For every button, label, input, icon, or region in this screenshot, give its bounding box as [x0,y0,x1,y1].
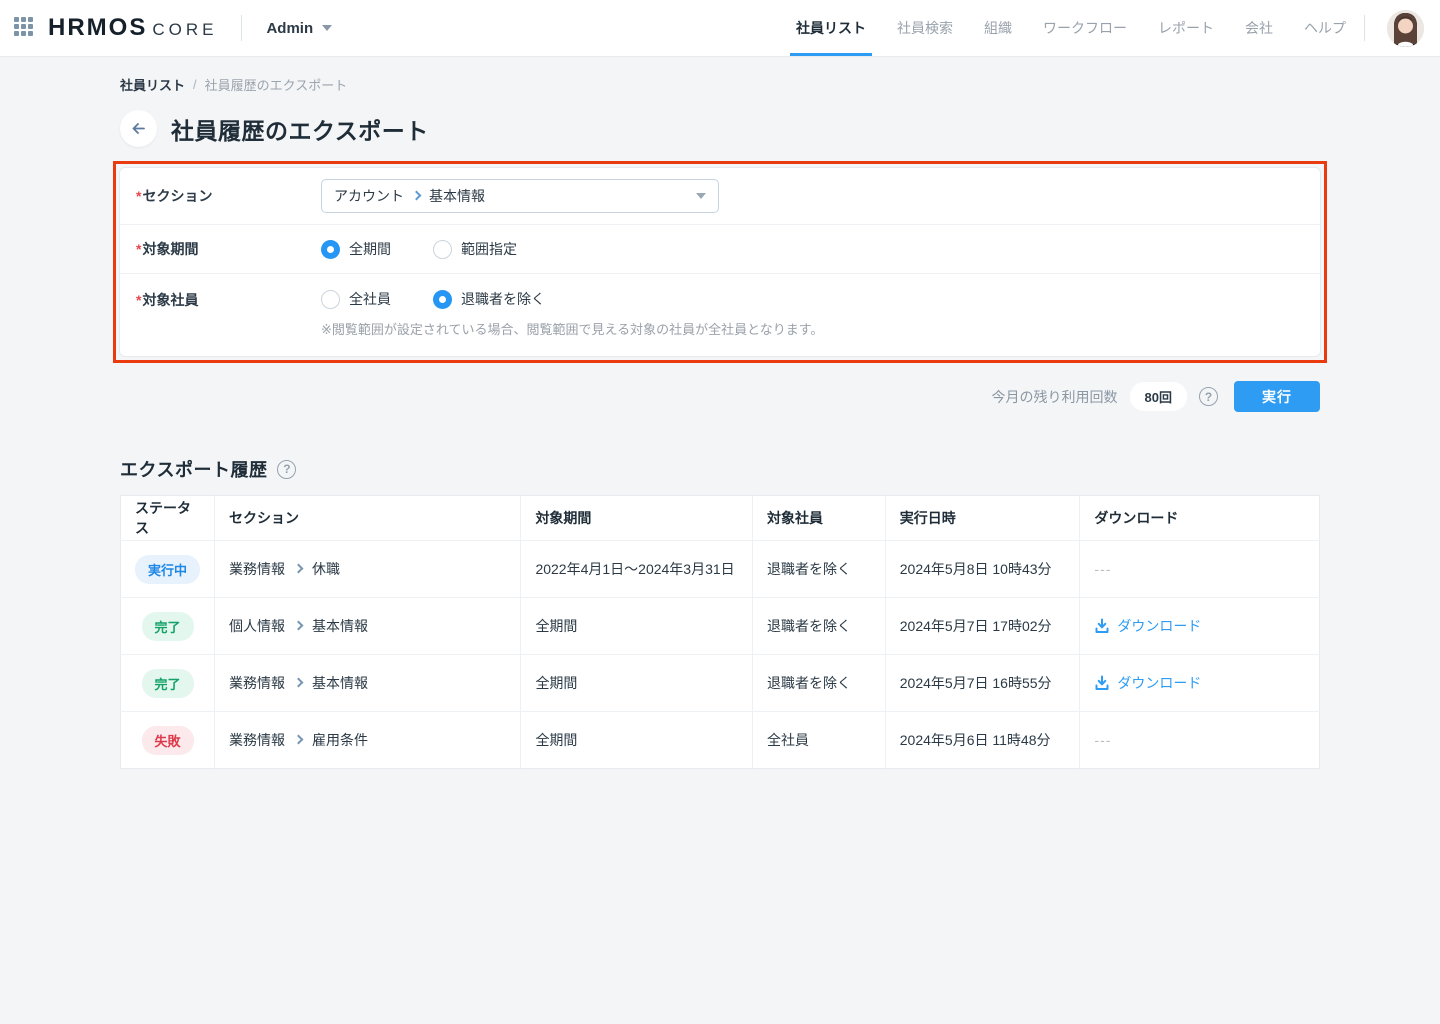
radio-option-range[interactable]: 範囲指定 [433,239,517,259]
period-radio-group: 全期間 範囲指定 [321,239,517,259]
status-badge: 完了 [142,669,194,698]
target-radio-group: 全社員 退職者を除く [321,289,823,309]
table-row: 実行中 業務情報 休職 2022年4月1日〜2024年3月31日 退職者を除く … [121,541,1320,598]
column-header-status: ステータス [121,496,215,541]
chevron-right-icon [294,621,304,631]
download-icon [1094,675,1110,691]
download-link[interactable]: ダウンロード [1094,673,1201,693]
main-navigation: 社員リスト 社員検索 組織 ワークフロー レポート 会社 ヘルプ [796,0,1346,56]
caret-down-icon [696,193,706,199]
download-icon [1094,618,1110,634]
section-select[interactable]: アカウント 基本情報 [321,179,719,213]
section-field-label: *セクション [136,168,321,224]
table-row: 完了 業務情報 基本情報 全期間 退職者を除く 2024年5月7日 16時55分 [121,655,1320,712]
quota-label: 今月の残り利用回数 [992,387,1118,407]
chevron-right-icon [412,191,422,201]
form-row-target: *対象社員 全社員 退職者を除く ※閲覧範囲が設定されている場合、閲覧範囲で見え [120,273,1320,356]
header-divider [241,15,242,41]
breadcrumb-parent-link[interactable]: 社員リスト [120,75,185,94]
column-header-target: 対象社員 [753,496,886,541]
history-title: エクスポート履歴 [120,456,267,482]
history-header: エクスポート履歴 [120,456,1320,482]
chevron-right-icon [294,564,304,574]
status-badge: 完了 [142,612,194,641]
nav-tab-company[interactable]: 会社 [1245,0,1273,56]
section-select-child-value: 基本情報 [429,186,485,206]
required-mark: * [136,292,141,308]
column-header-datetime: 実行日時 [885,496,1080,541]
nav-tab-organization[interactable]: 組織 [984,0,1012,56]
avatar[interactable] [1387,10,1424,47]
apps-grid-icon[interactable] [14,17,36,39]
radio-unselected-icon [433,240,452,259]
download-unavailable: --- [1094,561,1111,577]
table-row: 失敗 業務情報 雇用条件 全期間 全社員 2024年5月6日 11時48分 --… [121,712,1320,769]
status-badge: 実行中 [135,555,200,584]
title-row: 社員履歴のエクスポート [120,110,1320,147]
help-icon[interactable] [1199,387,1218,406]
chevron-right-icon [294,735,304,745]
required-mark: * [136,188,141,204]
target-field-label: *対象社員 [136,289,321,311]
radio-selected-icon [433,290,452,309]
breadcrumb-separator: / [193,77,197,92]
quota-row: 今月の残り利用回数 80回 実行 [120,381,1320,412]
form-row-section: *セクション アカウント 基本情報 [120,168,1320,224]
back-button[interactable] [120,110,157,147]
avatar-image [1387,10,1424,47]
export-form-card: *セクション アカウント 基本情報 *対象期間 全期間 [119,167,1321,357]
target-note: ※閲覧範囲が設定されている場合、閲覧範囲で見える対象の社員が全社員となります。 [321,319,823,338]
breadcrumb: 社員リスト / 社員履歴のエクスポート [120,75,1320,94]
download-unavailable: --- [1094,732,1111,748]
nav-tab-employee-search[interactable]: 社員検索 [897,0,953,56]
nav-tab-workflow[interactable]: ワークフロー [1043,0,1127,56]
radio-option-all-period[interactable]: 全期間 [321,239,391,259]
table-header-row: ステータス セクション 対象期間 対象社員 実行日時 ダウンロード [121,496,1320,541]
page-title: 社員履歴のエクスポート [171,112,429,146]
role-label: Admin [266,20,313,37]
quota-count-badge: 80回 [1130,382,1187,411]
period-field-label: *対象期間 [136,225,321,273]
top-bar: HRMOS CORE Admin 社員リスト 社員検索 組織 ワークフロー レポ… [0,0,1440,57]
breadcrumb-current: 社員履歴のエクスポート [205,75,348,94]
download-link[interactable]: ダウンロード [1094,616,1201,636]
hrmos-core-logo: HRMOS CORE [48,14,217,42]
run-export-button[interactable]: 実行 [1234,381,1320,412]
section-select-parent-value: アカウント [334,186,404,206]
table-row: 完了 個人情報 基本情報 全期間 退職者を除く 2024年5月7日 17時02分 [121,598,1320,655]
radio-unselected-icon [321,290,340,309]
nav-tab-help[interactable]: ヘルプ [1304,0,1346,56]
header-divider [1364,15,1365,41]
role-selector[interactable]: Admin [266,20,332,37]
help-icon[interactable] [277,460,296,479]
column-header-download: ダウンロード [1080,496,1320,541]
nav-tab-report[interactable]: レポート [1158,0,1214,56]
logo-sub-text: CORE [152,20,217,40]
chevron-down-icon [322,25,332,31]
status-badge: 失敗 [142,726,194,755]
column-header-period: 対象期間 [521,496,753,541]
export-history-table: ステータス セクション 対象期間 対象社員 実行日時 ダウンロード 実行中 業務… [120,495,1320,769]
radio-option-all-employees[interactable]: 全社員 [321,289,391,309]
radio-selected-icon [321,240,340,259]
form-row-period: *対象期間 全期間 範囲指定 [120,224,1320,273]
radio-option-exclude-retired[interactable]: 退職者を除く [433,289,545,309]
chevron-right-icon [294,678,304,688]
annotation-highlight-box: *セクション アカウント 基本情報 *対象期間 全期間 [113,161,1327,363]
required-mark: * [136,241,141,257]
logo-brand-text: HRMOS [48,14,147,42]
column-header-section: セクション [215,496,521,541]
arrow-left-icon [130,120,147,137]
page-content: 社員リスト / 社員履歴のエクスポート 社員履歴のエクスポート *セクション ア… [120,75,1320,769]
nav-tab-employee-list[interactable]: 社員リスト [796,0,866,56]
